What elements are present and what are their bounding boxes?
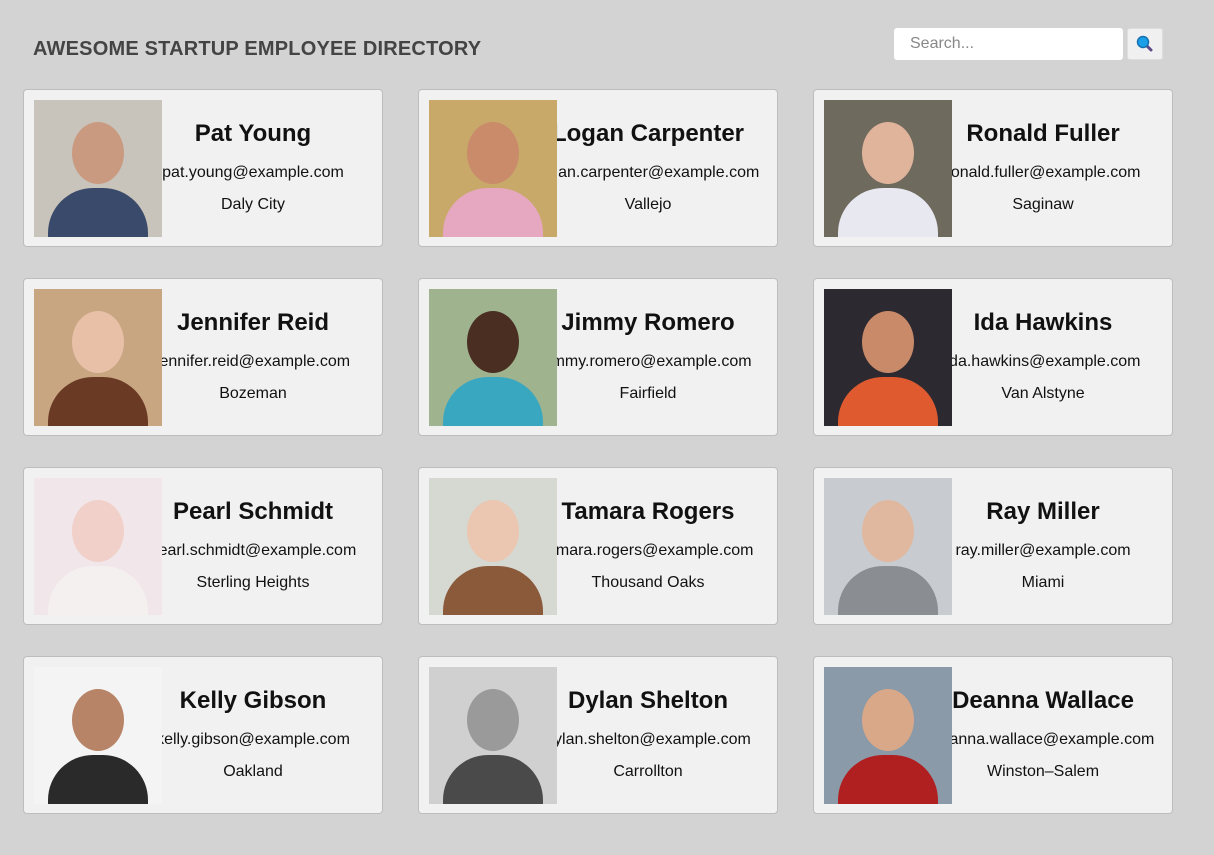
employee-photo [429, 100, 557, 237]
employee-name: Pearl Schmidt [172, 498, 334, 525]
employee-email: deanna.wallace@example.com [931, 731, 1155, 748]
employee-card[interactable]: Pearl Schmidt pearl.schmidt@example.com … [23, 467, 383, 625]
employee-card[interactable]: Ida Hawkins ida.hawkins@example.com Van … [813, 278, 1173, 436]
employee-name: Jennifer Reid [176, 309, 330, 336]
employee-card[interactable]: Kelly Gibson kelly.gibson@example.com Oa… [23, 656, 383, 814]
employee-photo [34, 100, 162, 237]
employee-email: dylan.shelton@example.com [545, 731, 751, 748]
employee-city: Daly City [220, 196, 285, 213]
magnifier-icon [1136, 35, 1153, 52]
page-title: AWESOME STARTUP EMPLOYEE DIRECTORY [33, 38, 482, 60]
employee-city: Miami [1021, 574, 1065, 591]
employee-email: logan.carpenter@example.com [536, 164, 760, 181]
employee-photo [429, 667, 557, 804]
employee-name: Kelly Gibson [179, 687, 327, 714]
employee-city: Winston–Salem [986, 763, 1100, 780]
employee-name: Deanna Wallace [952, 687, 1134, 714]
employee-email: pearl.schmidt@example.com [149, 542, 357, 559]
search-input[interactable] [894, 28, 1123, 60]
employee-photo [429, 478, 557, 615]
employee-city: Sterling Heights [196, 574, 310, 591]
employee-email: ida.hawkins@example.com [945, 353, 1141, 370]
employee-email: pat.young@example.com [162, 164, 344, 181]
employee-email: jennifer.reid@example.com [155, 353, 351, 370]
employee-photo [429, 289, 557, 426]
employee-name: Pat Young [194, 120, 312, 147]
employee-photo [824, 478, 952, 615]
employee-grid: Pat Young pat.young@example.com Daly Cit… [23, 89, 1173, 814]
employee-photo [34, 478, 162, 615]
employee-name: Tamara Rogers [561, 498, 735, 525]
employee-email: kelly.gibson@example.com [156, 731, 350, 748]
employee-card[interactable]: Jimmy Romero jimmy.romero@example.com Fa… [418, 278, 778, 436]
employee-card[interactable]: Tamara Rogers tamara.rogers@example.com … [418, 467, 778, 625]
employee-photo [34, 667, 162, 804]
employee-card[interactable]: Pat Young pat.young@example.com Daly Cit… [23, 89, 383, 247]
employee-city: Vallejo [624, 196, 672, 213]
employee-city: Thousand Oaks [591, 574, 705, 591]
employee-email: ray.miller@example.com [955, 542, 1131, 559]
employee-name: Ida Hawkins [973, 309, 1113, 336]
employee-photo [34, 289, 162, 426]
employee-city: Van Alstyne [1001, 385, 1085, 402]
employee-city: Carrollton [613, 763, 683, 780]
employee-photo [824, 289, 952, 426]
employee-name: Ronald Fuller [966, 120, 1120, 147]
employee-name: Ray Miller [986, 498, 1100, 525]
employee-name: Jimmy Romero [561, 309, 735, 336]
employee-city: Saginaw [1012, 196, 1074, 213]
employee-card[interactable]: Ray Miller ray.miller@example.com Miami [813, 467, 1173, 625]
employee-email: tamara.rogers@example.com [542, 542, 754, 559]
employee-city: Fairfield [619, 385, 677, 402]
employee-email: ronald.fuller@example.com [945, 164, 1141, 181]
employee-card[interactable]: Logan Carpenter logan.carpenter@example.… [418, 89, 778, 247]
employee-card[interactable]: Jennifer Reid jennifer.reid@example.com … [23, 278, 383, 436]
employee-card[interactable]: Ronald Fuller ronald.fuller@example.com … [813, 89, 1173, 247]
employee-city: Oakland [223, 763, 283, 780]
employee-name: Logan Carpenter [551, 120, 745, 147]
search-button[interactable] [1127, 28, 1163, 60]
employee-card[interactable]: Dylan Shelton dylan.shelton@example.com … [418, 656, 778, 814]
employee-email: jimmy.romero@example.com [544, 353, 752, 370]
employee-name: Dylan Shelton [567, 687, 729, 714]
employee-card[interactable]: Deanna Wallace deanna.wallace@example.co… [813, 656, 1173, 814]
employee-photo [824, 100, 952, 237]
employee-photo [824, 667, 952, 804]
employee-city: Bozeman [219, 385, 287, 402]
